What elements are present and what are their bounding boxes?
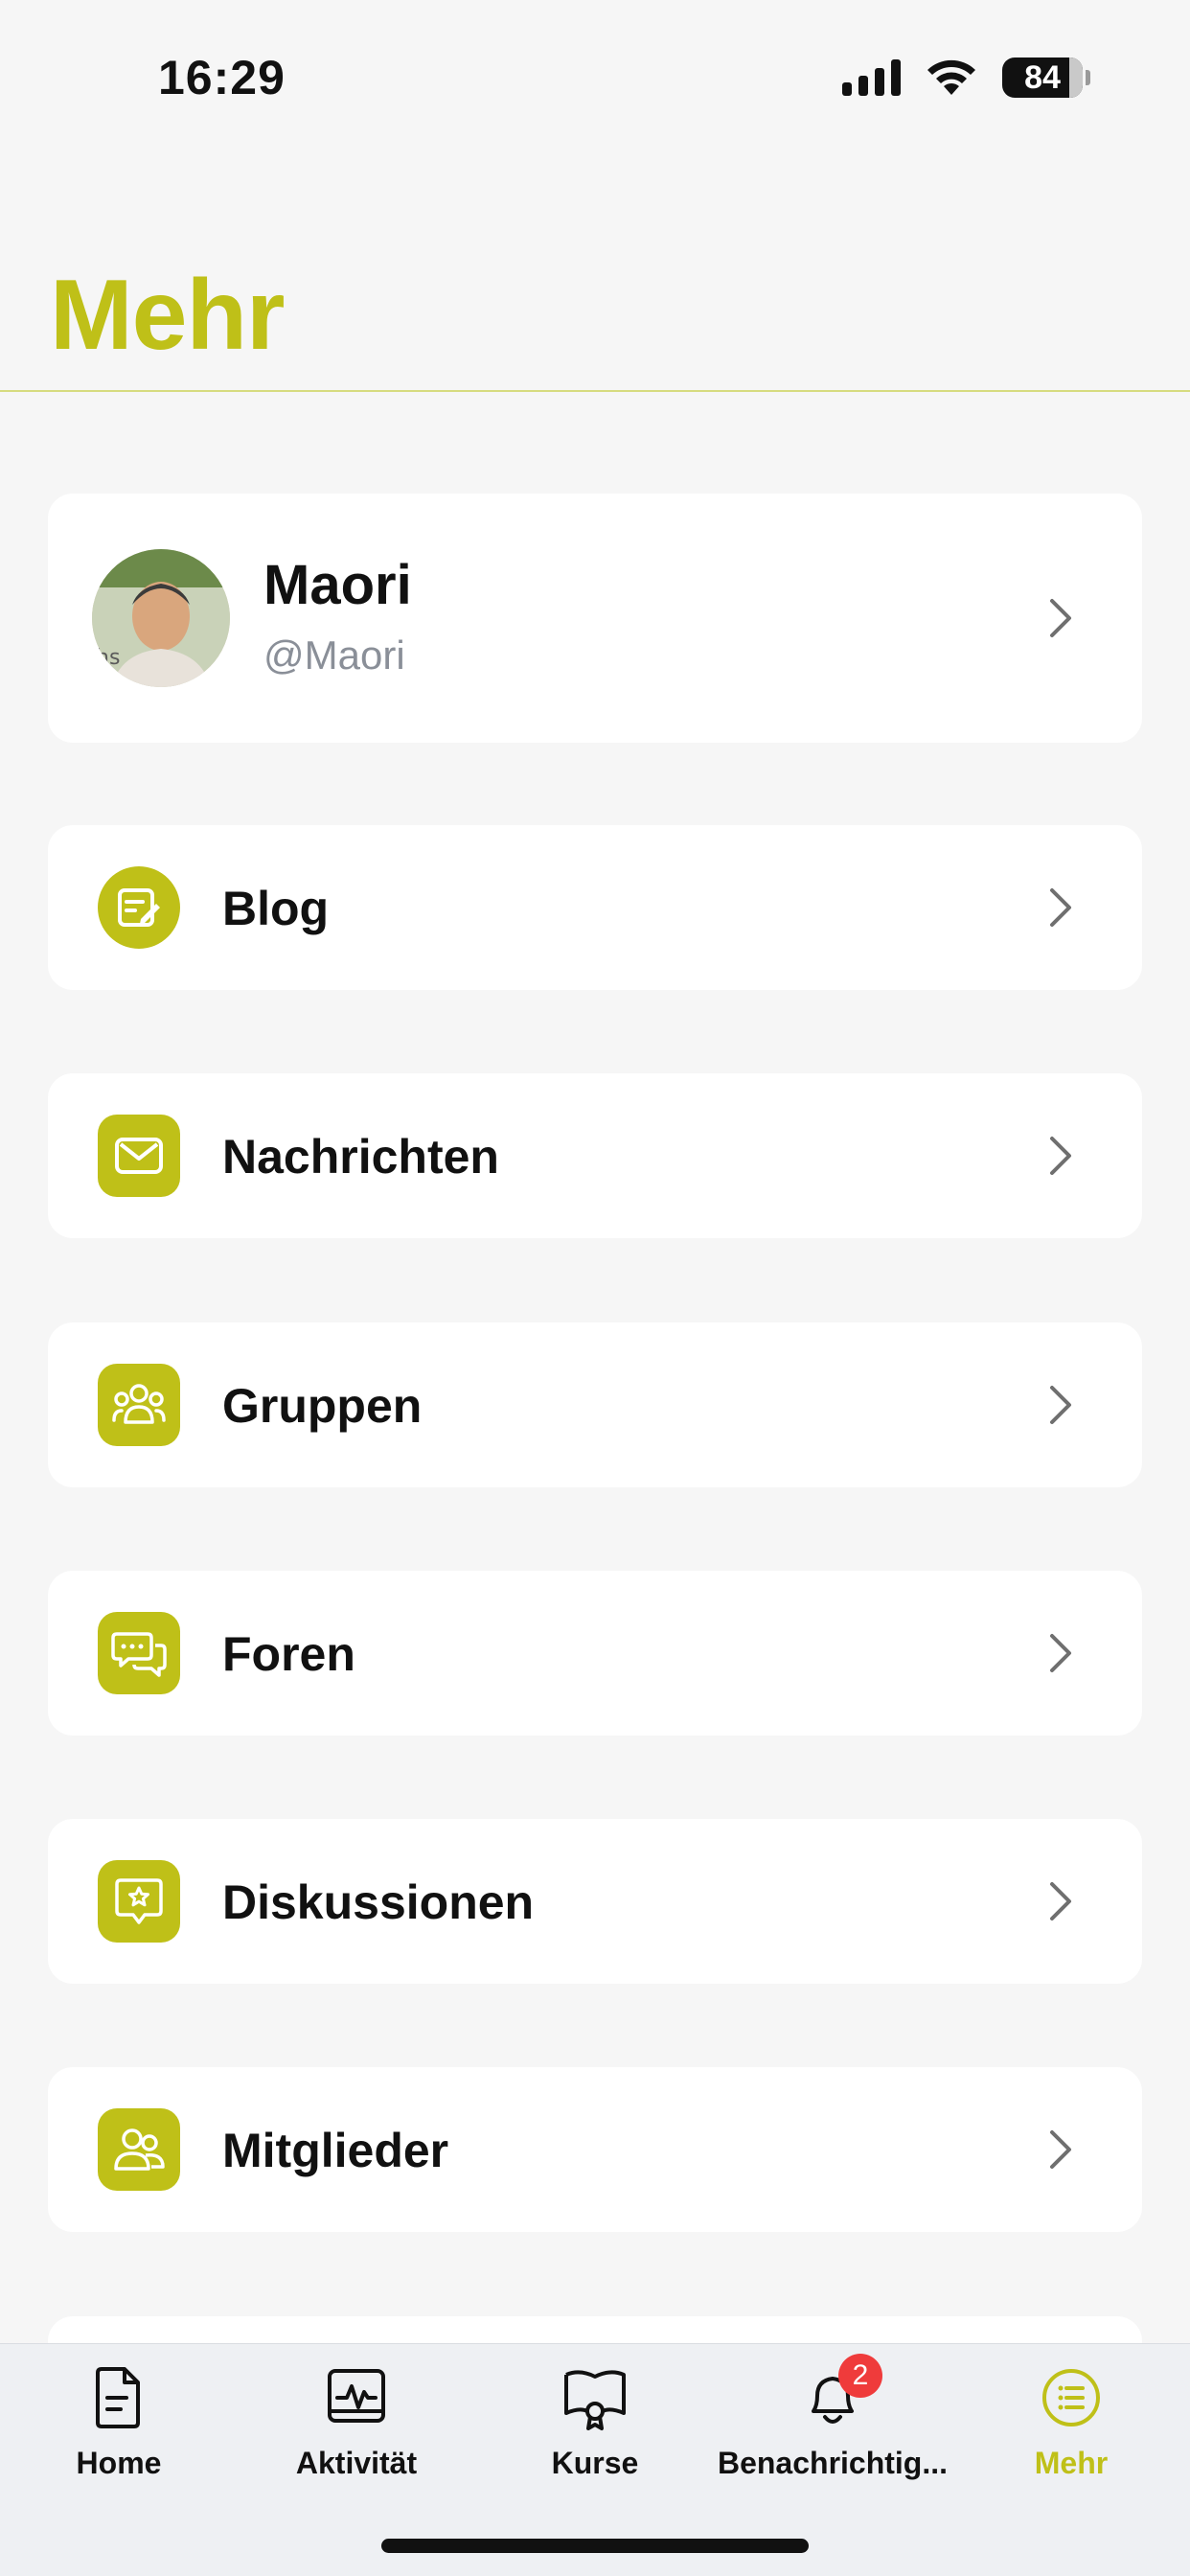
- tab-label-benachrichtigungen: Benachrichtig...: [717, 2446, 949, 2480]
- battery-icon: 84: [1002, 58, 1090, 98]
- discussion-icon: [98, 1860, 180, 1943]
- notification-badge: 2: [838, 2354, 882, 2398]
- profile-card[interactable]: hs Maori @Maori: [48, 494, 1142, 743]
- status-indicators: 84: [842, 58, 1090, 98]
- tab-label-mehr: Mehr: [1034, 2446, 1109, 2480]
- chevron-right-icon: [1050, 1137, 1071, 1175]
- menu-item-blog[interactable]: Blog: [48, 825, 1142, 990]
- menu-label-gruppen: Gruppen: [222, 1379, 423, 1433]
- home-indicator: [381, 2539, 809, 2553]
- activity-icon: [328, 2369, 385, 2423]
- menu-item-nachrichten[interactable]: Nachrichten: [48, 1073, 1142, 1238]
- tab-label-aktivitaet: Aktivität: [295, 2446, 418, 2480]
- document-icon: [96, 2367, 140, 2428]
- profile-name: Maori: [263, 554, 412, 616]
- bell-icon-wrapper: 2: [798, 2354, 882, 2432]
- chevron-right-icon: [1050, 599, 1071, 637]
- cellular-signal-icon: [842, 59, 901, 96]
- battery-level: 84: [1024, 58, 1061, 96]
- tab-label-kurse: Kurse: [551, 2446, 639, 2480]
- tab-kurse[interactable]: Kurse: [476, 2363, 714, 2481]
- chevron-right-icon: [1050, 1882, 1071, 1920]
- tab-bar: Home Aktivität Kurse 2 Benachrichtig...: [0, 2343, 1190, 2576]
- menu-item-gruppen[interactable]: Gruppen: [48, 1322, 1142, 1487]
- groups-icon: [98, 1364, 180, 1446]
- menu-label-mitglieder: Mitglieder: [222, 2124, 449, 2177]
- svg-text:hs: hs: [96, 646, 120, 670]
- chevron-right-icon: [1050, 1386, 1071, 1424]
- chevron-right-icon: [1050, 2130, 1071, 2169]
- members-icon: [98, 2108, 180, 2191]
- menu-item-mitglieder[interactable]: Mitglieder: [48, 2067, 1142, 2232]
- tab-benachrichtigungen[interactable]: 2 Benachrichtig...: [714, 2354, 951, 2481]
- wifi-icon: [927, 59, 975, 95]
- menu-item-diskussionen[interactable]: Diskussionen: [48, 1819, 1142, 1984]
- list-icon: [1042, 2369, 1100, 2426]
- blog-icon: [98, 866, 180, 949]
- chevron-right-icon: [1050, 888, 1071, 927]
- chevron-right-icon: [1050, 1634, 1071, 1672]
- tab-aktivitaet[interactable]: Aktivität: [238, 2363, 475, 2481]
- menu-label-blog: Blog: [222, 882, 330, 935]
- tab-home[interactable]: Home: [0, 2363, 238, 2481]
- avatar: hs: [92, 549, 230, 687]
- menu-item-foren[interactable]: Foren: [48, 1571, 1142, 1736]
- menu-label-foren: Foren: [222, 1627, 355, 1681]
- profile-handle: @Maori: [263, 632, 405, 678]
- status-bar: 16:29 84: [0, 0, 1190, 153]
- forums-icon: [98, 1612, 180, 1694]
- menu-label-nachrichten: Nachrichten: [222, 1130, 499, 1184]
- menu-label-diskussionen: Diskussionen: [222, 1875, 535, 1929]
- status-time: 16:29: [158, 51, 286, 104]
- mail-icon: [98, 1115, 180, 1197]
- courses-icon: [564, 2370, 626, 2430]
- page-title: Mehr: [50, 260, 285, 371]
- tab-mehr[interactable]: Mehr: [952, 2363, 1190, 2481]
- header-divider: [0, 390, 1190, 392]
- tab-label-home: Home: [76, 2446, 162, 2480]
